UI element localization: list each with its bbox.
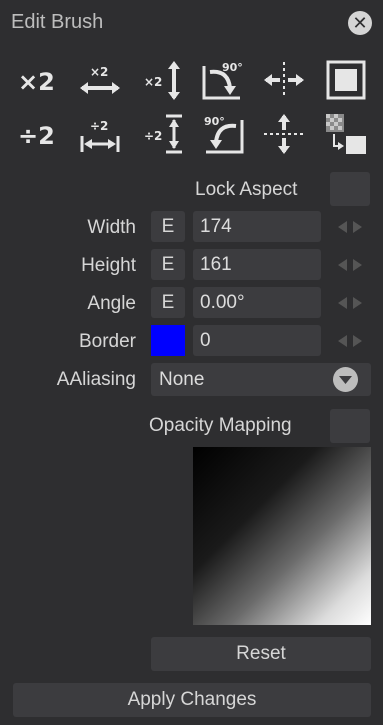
opacity-mapping-label: Opacity Mapping: [149, 415, 292, 436]
scale-down-width-button[interactable]: ÷2: [76, 112, 124, 156]
title-bar: Edit Brush ✕: [0, 0, 383, 44]
angle-field[interactable]: 0.00°: [193, 287, 321, 318]
lock-aspect-checkbox[interactable]: [330, 172, 370, 206]
border-label: Border: [78, 331, 136, 352]
height-field[interactable]: 161: [193, 249, 321, 280]
fit-frame-button[interactable]: [322, 58, 370, 102]
reset-button[interactable]: Reset: [151, 637, 371, 671]
scale-up-width-button[interactable]: ×2: [76, 58, 124, 102]
scale-up-icon: ×2: [18, 68, 55, 96]
edit-brush-panel: Edit Brush ✕ ×2 ×2 ×2 90° ÷2 ÷2 ÷2 90° L…: [0, 0, 383, 725]
close-icon[interactable]: ✕: [348, 11, 372, 35]
capture-brush-button[interactable]: [322, 112, 370, 156]
svg-text:×2: ×2: [144, 75, 162, 89]
scale-down-both-button[interactable]: ÷2: [12, 112, 60, 156]
rotate-ccw-button[interactable]: 90°: [200, 112, 248, 156]
svg-text:÷2: ÷2: [90, 119, 108, 133]
svg-text:90°: 90°: [204, 115, 225, 128]
rotate-cw-button[interactable]: 90°: [200, 58, 248, 102]
apply-changes-button[interactable]: Apply Changes: [13, 683, 371, 717]
scale-down-height-button[interactable]: ÷2: [140, 112, 188, 156]
panel-title: Edit Brush: [11, 11, 104, 33]
height-expression-button[interactable]: E: [151, 249, 185, 280]
svg-text:90°: 90°: [222, 61, 243, 74]
width-expression-button[interactable]: E: [151, 211, 185, 242]
antialiasing-select[interactable]: None: [151, 363, 371, 396]
angle-expression-button[interactable]: E: [151, 287, 185, 318]
flip-horizontal-button[interactable]: [260, 58, 308, 102]
border-color-swatch[interactable]: [151, 325, 185, 356]
scale-up-height-button[interactable]: ×2: [140, 58, 188, 102]
angle-label: Angle: [87, 293, 136, 314]
antialiasing-value: None: [159, 369, 205, 390]
border-stepper-icon[interactable]: [337, 334, 363, 348]
opacity-mapping-curve[interactable]: [193, 447, 371, 625]
width-field[interactable]: 174: [193, 211, 321, 242]
lock-aspect-label: Lock Aspect: [195, 179, 298, 200]
svg-text:×2: ×2: [90, 65, 108, 79]
chevron-down-icon: [333, 367, 358, 392]
border-field[interactable]: 0: [193, 325, 321, 356]
width-label: Width: [87, 217, 136, 238]
scale-up-both-button[interactable]: ×2: [12, 58, 60, 102]
height-stepper-icon[interactable]: [337, 258, 363, 272]
width-stepper-icon[interactable]: [337, 220, 363, 234]
svg-text:÷2: ÷2: [144, 129, 162, 143]
opacity-mapping-checkbox[interactable]: [330, 409, 370, 443]
flip-vertical-button[interactable]: [260, 112, 308, 156]
angle-stepper-icon[interactable]: [337, 296, 363, 310]
height-label: Height: [81, 255, 136, 276]
scale-down-icon: ÷2: [18, 122, 55, 150]
antialiasing-label: AAliasing: [56, 369, 136, 390]
